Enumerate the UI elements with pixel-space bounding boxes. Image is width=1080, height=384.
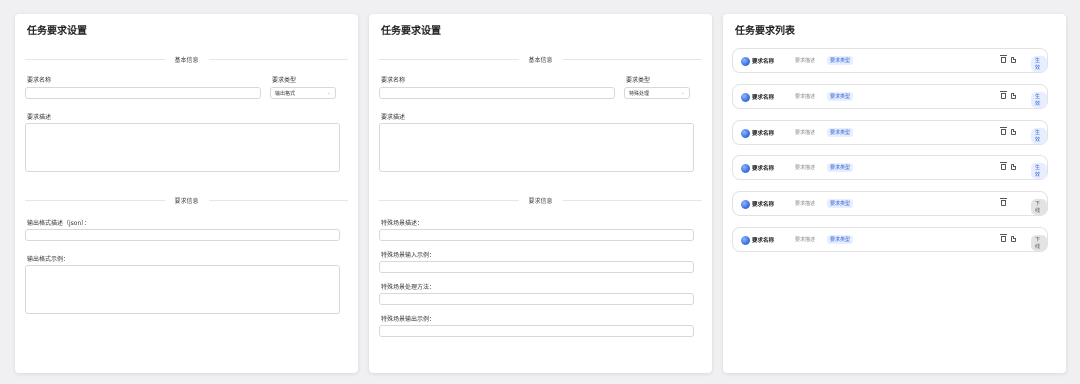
- special-scene-output-example-label: 特殊场景输出示例：: [381, 316, 436, 323]
- avatar: [741, 129, 750, 138]
- output-format-desc-input[interactable]: [25, 229, 340, 241]
- type-select-value: 输出格式: [275, 90, 296, 97]
- desc-label: 要求描述: [27, 114, 52, 121]
- item-name: 要求名称: [752, 238, 775, 244]
- type-tag: 要求类型: [827, 163, 854, 172]
- section-title-requirement: 要求信息: [174, 197, 199, 205]
- chevron-down-icon: ⌄: [326, 90, 331, 96]
- panel-title: 任务要求列表: [735, 26, 795, 37]
- section-divider-requirement: 要求信息: [25, 195, 349, 205]
- type-select-value: 特殊处理: [629, 90, 650, 97]
- section-divider-basic: 基本信息: [379, 54, 703, 64]
- item-desc: 要求描述: [795, 165, 816, 171]
- list-item[interactable]: 要求名称 要求描述 要求类型 生效: [732, 84, 1048, 109]
- special-scene-input-example-input[interactable]: [379, 261, 694, 273]
- item-desc: 要求描述: [795, 201, 816, 207]
- type-select[interactable]: 输出格式 ⌄: [270, 87, 336, 99]
- type-tag: 要求类型: [827, 56, 854, 65]
- type-tag: 要求类型: [827, 199, 854, 208]
- avatar: [741, 57, 750, 66]
- copy-icon[interactable]: [1011, 236, 1016, 242]
- status-badge[interactable]: 生效: [1031, 92, 1047, 108]
- trash-icon[interactable]: [1000, 162, 1007, 170]
- special-scene-desc-label: 特殊场景描述：: [381, 220, 424, 227]
- copy-icon[interactable]: [1011, 57, 1016, 63]
- status-badge[interactable]: 生效: [1031, 163, 1047, 179]
- trash-icon[interactable]: [1000, 234, 1007, 242]
- section-divider-requirement: 要求信息: [379, 195, 703, 205]
- desc-label: 要求描述: [381, 114, 406, 121]
- type-label: 要求类型: [626, 77, 651, 84]
- section-title-basic: 基本信息: [174, 56, 199, 64]
- requirement-settings-panel-output-format: 任务要求设置 基本信息 要求名称 要求类型 输出格式 ⌄ 要求描述 要求信息 输…: [15, 14, 358, 373]
- name-label: 要求名称: [27, 77, 52, 84]
- item-name: 要求名称: [752, 202, 775, 208]
- chevron-down-icon: ⌄: [680, 90, 685, 96]
- copy-icon[interactable]: [1011, 129, 1016, 135]
- list-item[interactable]: 要求名称 要求描述 要求类型 生效: [732, 48, 1048, 73]
- type-tag: 要求类型: [827, 128, 854, 137]
- type-tag: 要求类型: [827, 235, 854, 244]
- special-scene-desc-input[interactable]: [379, 229, 694, 241]
- requirement-settings-panel-special-handling: 任务要求设置 基本信息 要求名称 要求类型 特殊处理 ⌄ 要求描述 要求信息 特…: [369, 14, 712, 373]
- copy-icon[interactable]: [1011, 93, 1016, 99]
- item-desc: 要求描述: [795, 94, 816, 100]
- item-desc: 要求描述: [795, 58, 816, 64]
- panel-title: 任务要求设置: [27, 26, 87, 37]
- list-item[interactable]: 要求名称 要求描述 要求类型 下线: [732, 191, 1048, 216]
- special-scene-method-input[interactable]: [379, 293, 694, 305]
- list-item[interactable]: 要求名称 要求描述 要求类型 下线: [732, 227, 1048, 252]
- trash-icon[interactable]: [1000, 55, 1007, 63]
- special-scene-method-label: 特殊场景处理方法：: [381, 284, 436, 291]
- list-item[interactable]: 要求名称 要求描述 要求类型 生效: [732, 155, 1048, 180]
- item-name: 要求名称: [752, 131, 775, 137]
- list-item[interactable]: 要求名称 要求描述 要求类型 生效: [732, 120, 1048, 145]
- special-scene-input-example-label: 特殊场景输入示例：: [381, 252, 436, 259]
- section-title-requirement: 要求信息: [528, 197, 553, 205]
- output-format-desc-label: 输出格式描述（json）：: [27, 220, 91, 227]
- panel-title: 任务要求设置: [381, 26, 441, 37]
- type-label: 要求类型: [272, 77, 297, 84]
- type-tag: 要求类型: [827, 92, 854, 101]
- status-badge[interactable]: 生效: [1031, 128, 1047, 144]
- item-name: 要求名称: [752, 166, 775, 172]
- status-badge[interactable]: 下线: [1031, 235, 1047, 251]
- trash-icon[interactable]: [1000, 198, 1007, 206]
- status-badge[interactable]: 下线: [1031, 199, 1047, 215]
- desc-textarea[interactable]: [379, 123, 694, 172]
- requirement-list-panel: 任务要求列表 要求名称 要求描述 要求类型 生效 要求名称 要求描述 要求类型 …: [723, 14, 1066, 373]
- item-name: 要求名称: [752, 59, 775, 65]
- section-divider-basic: 基本信息: [25, 54, 349, 64]
- item-desc: 要求描述: [795, 130, 816, 136]
- special-scene-output-example-input[interactable]: [379, 325, 694, 337]
- status-badge[interactable]: 生效: [1031, 56, 1047, 72]
- avatar: [741, 236, 750, 245]
- avatar: [741, 164, 750, 173]
- avatar: [741, 200, 750, 209]
- avatar: [741, 93, 750, 102]
- copy-icon[interactable]: [1011, 164, 1016, 170]
- section-title-basic: 基本信息: [528, 56, 553, 64]
- name-label: 要求名称: [381, 77, 406, 84]
- output-format-example-textarea[interactable]: [25, 265, 340, 314]
- item-name: 要求名称: [752, 95, 775, 101]
- type-select[interactable]: 特殊处理 ⌄: [624, 87, 690, 99]
- item-desc: 要求描述: [795, 237, 816, 243]
- trash-icon[interactable]: [1000, 127, 1007, 135]
- name-input[interactable]: [25, 87, 261, 99]
- name-input[interactable]: [379, 87, 615, 99]
- trash-icon[interactable]: [1000, 91, 1007, 99]
- output-format-example-label: 输出格式示例：: [27, 256, 70, 263]
- desc-textarea[interactable]: [25, 123, 340, 172]
